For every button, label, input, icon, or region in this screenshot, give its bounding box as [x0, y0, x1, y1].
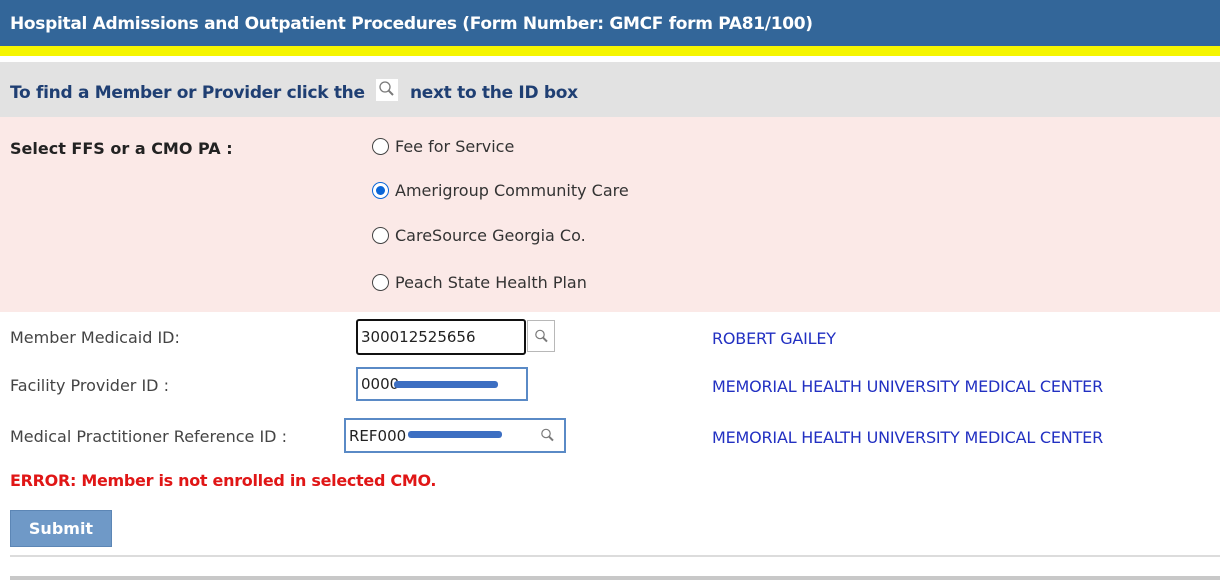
error-message: ERROR: Member is not enrolled in selecte… — [10, 471, 437, 490]
member-name-result[interactable]: ROBERT GAILEY — [712, 329, 836, 348]
facility-id-label: Facility Provider ID : — [10, 376, 169, 395]
radio-option-caresource[interactable]: CareSource Georgia Co. — [372, 226, 586, 245]
practitioner-id-label: Medical Practitioner Reference ID : — [10, 427, 287, 446]
radio-label: Peach State Health Plan — [395, 273, 587, 292]
member-id-label: Member Medicaid ID: — [10, 328, 180, 347]
info-bar: To find a Member or Provider click the n… — [0, 62, 1220, 117]
practitioner-search-button[interactable] — [534, 420, 562, 452]
radio-button[interactable] — [372, 227, 389, 244]
form-header-title: Hospital Admissions and Outpatient Proce… — [0, 0, 1220, 46]
submit-button[interactable]: Submit — [10, 510, 112, 547]
member-search-button[interactable] — [527, 320, 555, 352]
radio-option-peach-state[interactable]: Peach State Health Plan — [372, 273, 587, 292]
radio-label: CareSource Georgia Co. — [395, 226, 586, 245]
radio-label: Fee for Service — [395, 137, 515, 156]
radio-button-checked[interactable] — [372, 182, 389, 199]
divider — [10, 576, 1220, 580]
radio-option-amerigroup[interactable]: Amerigroup Community Care — [372, 181, 629, 200]
info-text-before: To find a Member or Provider click the — [10, 83, 365, 103]
divider — [10, 555, 1220, 557]
member-id-input[interactable] — [356, 319, 526, 355]
search-icon — [535, 329, 548, 343]
radio-label: Amerigroup Community Care — [395, 181, 629, 200]
practitioner-name-result[interactable]: MEMORIAL HEALTH UNIVERSITY MEDICAL CENTE… — [712, 428, 1103, 447]
redaction-mark — [408, 431, 502, 438]
redaction-mark — [394, 381, 498, 388]
radio-option-fee-for-service[interactable]: Fee for Service — [372, 137, 514, 156]
header-accent-bar — [0, 46, 1220, 56]
radio-button[interactable] — [372, 274, 389, 291]
plan-select-label: Select FFS or a CMO PA : — [10, 139, 233, 158]
facility-name-result[interactable]: MEMORIAL HEALTH UNIVERSITY MEDICAL CENTE… — [712, 377, 1103, 396]
search-icon — [376, 79, 399, 101]
info-text-after: next to the ID box — [409, 83, 578, 103]
radio-button[interactable] — [372, 138, 389, 155]
search-icon — [541, 428, 554, 442]
